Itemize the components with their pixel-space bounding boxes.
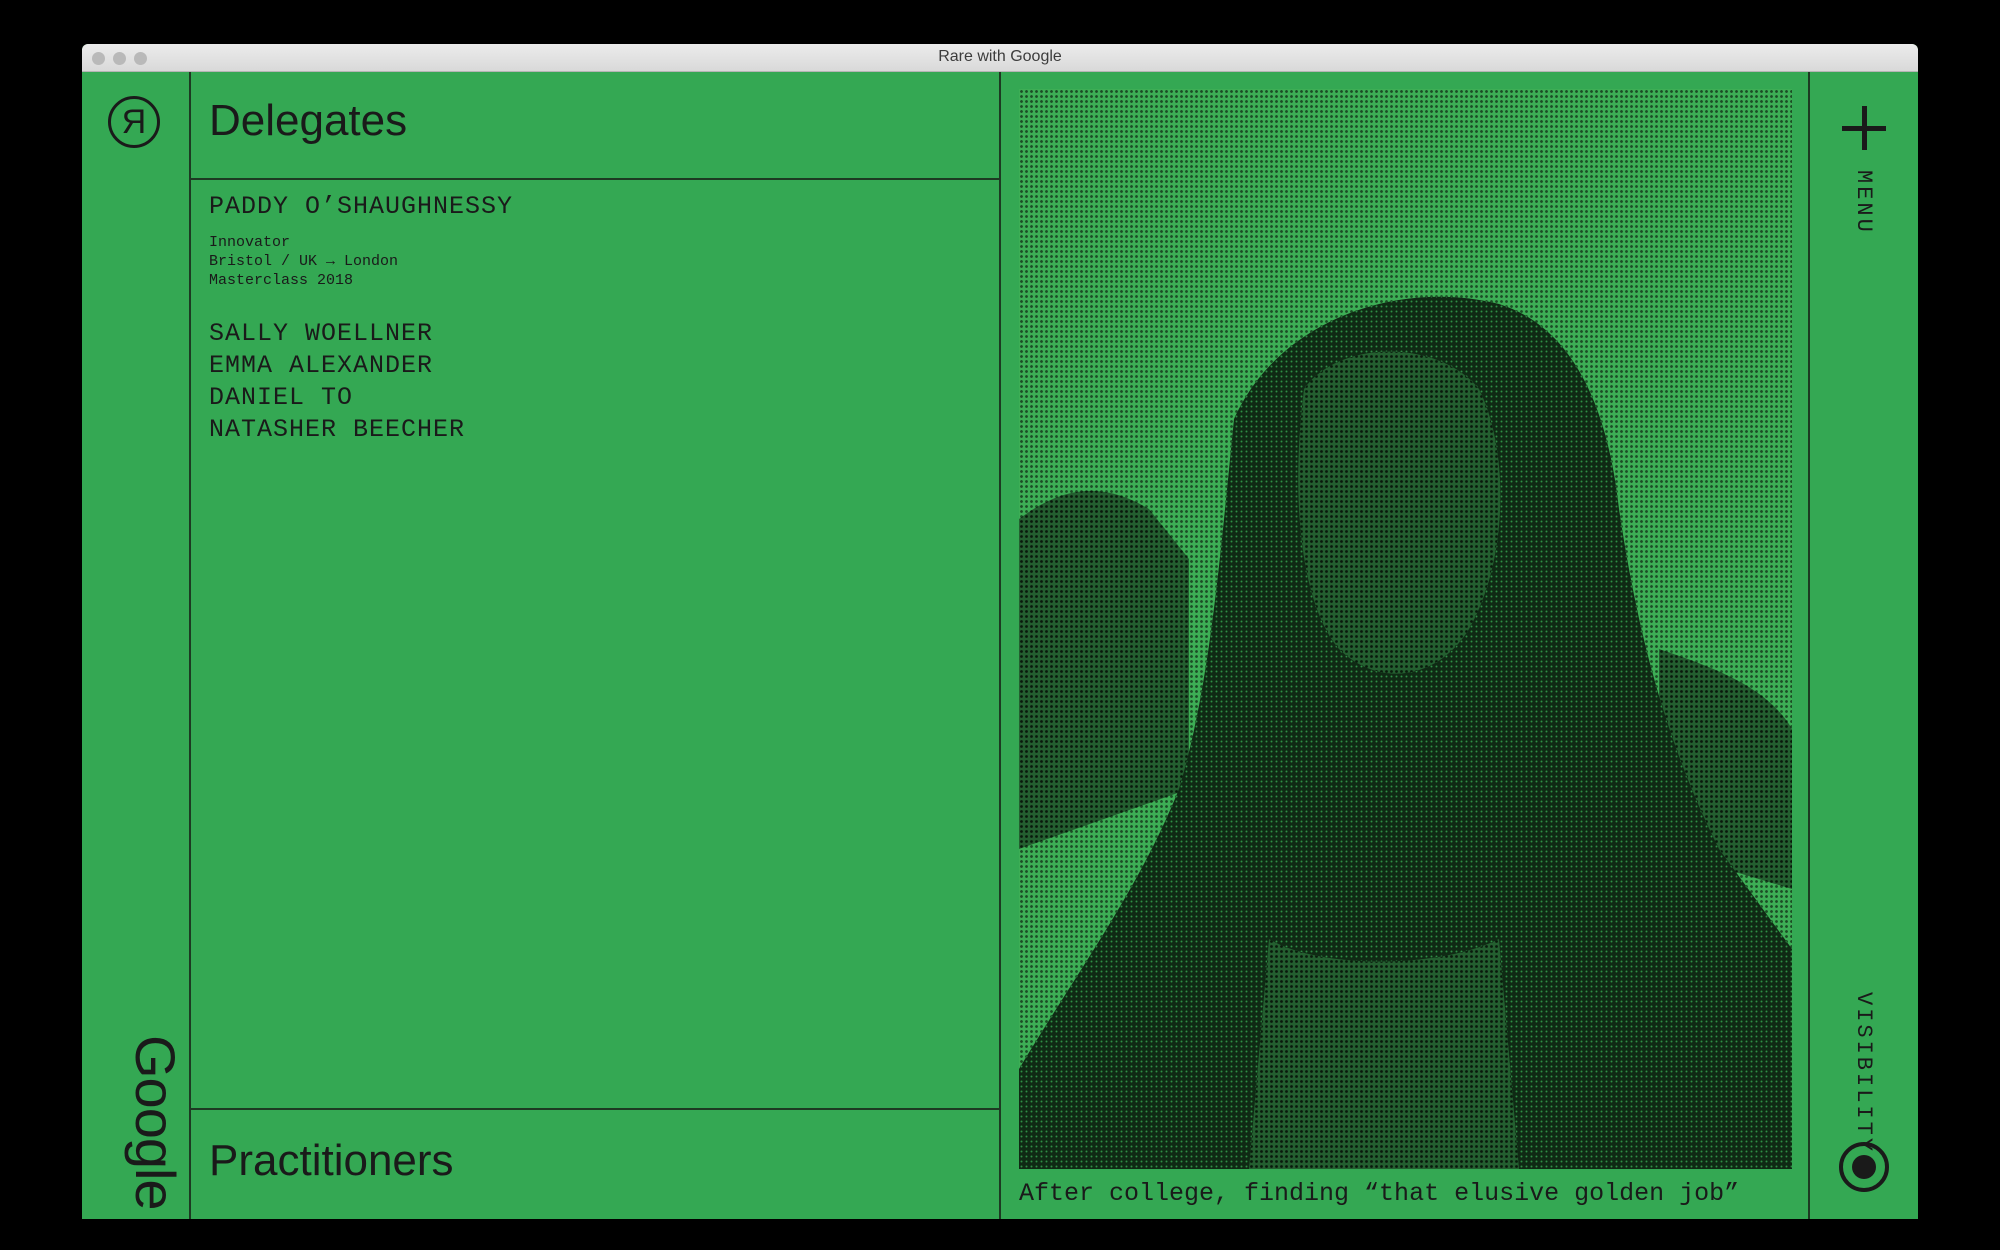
r-circle-logo-icon[interactable]: R: [108, 96, 160, 148]
menu-label[interactable]: MENU: [1851, 170, 1876, 235]
featured-location: Bristol / UK → London: [209, 253, 399, 270]
delegate-list-item[interactable]: EMMA ALEXANDER: [209, 350, 465, 382]
window-titlebar: Rare with Google: [82, 44, 1918, 72]
featured-program: Masterclass 2018: [209, 272, 354, 289]
footer-divider: [189, 1108, 1001, 1110]
plus-icon[interactable]: [1842, 106, 1886, 150]
delegates-heading[interactable]: Delegates: [209, 96, 407, 146]
window-title: Rare with Google: [938, 48, 1062, 65]
center-divider: [999, 72, 1001, 1219]
portrait-silhouette: [1019, 296, 1792, 1169]
page-content: R Google Delegates PADDY O’SHAUGHNESSY I…: [82, 72, 1918, 1219]
delegate-list-item[interactable]: SALLY WOELLNER: [209, 318, 465, 350]
right-rail-divider: [1808, 72, 1810, 1219]
delegate-portrait: [1019, 89, 1792, 1169]
delegate-list-item[interactable]: NATASHER BEECHER: [209, 414, 465, 446]
delegate-list-item[interactable]: DANIEL TO: [209, 382, 465, 414]
left-rail-divider: [189, 72, 191, 1219]
featured-role: Innovator: [209, 234, 291, 251]
practitioners-heading[interactable]: Practitioners: [209, 1136, 454, 1186]
header-divider: [189, 178, 1001, 180]
target-circle-icon[interactable]: [1839, 1142, 1889, 1192]
featured-delegate-meta: Innovator Bristol / UK → London Mastercl…: [209, 233, 398, 290]
google-logo: Google: [124, 1035, 187, 1210]
visibility-label[interactable]: VISIBILITY: [1851, 992, 1876, 1154]
delegate-list: SALLY WOELLNER EMMA ALEXANDER DANIEL TO …: [209, 318, 465, 446]
portrait-caption: After college, finding “that elusive gol…: [1019, 1179, 1740, 1208]
browser-window: Rare with Google R Google Delegates PADD…: [82, 44, 1918, 1219]
featured-delegate-name[interactable]: PADDY O’SHAUGHNESSY: [209, 192, 513, 221]
